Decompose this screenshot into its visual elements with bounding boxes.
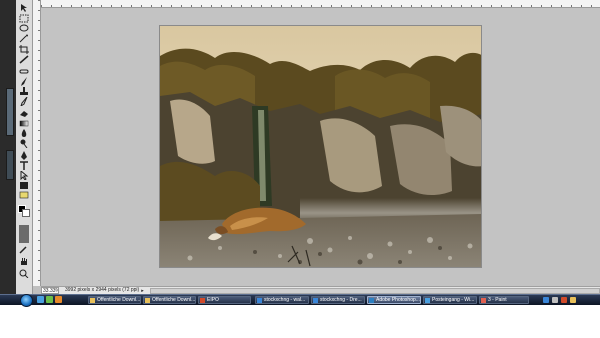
healing-brush-tool-icon[interactable] xyxy=(18,66,30,76)
crop-tool-icon[interactable] xyxy=(18,44,30,54)
security-icon[interactable] xyxy=(561,297,567,303)
browser-icon xyxy=(257,297,262,303)
eraser-tool-icon[interactable] xyxy=(18,108,30,118)
slice-tool-icon[interactable] xyxy=(18,54,30,64)
horizontal-ruler[interactable] xyxy=(41,0,600,8)
desktop-screen: 33.33% 3992 pixels x 2944 pixels (72 ppi… xyxy=(0,0,600,338)
start-button[interactable] xyxy=(20,294,33,307)
clone-stamp-tool-icon[interactable] xyxy=(18,86,30,96)
status-menu-arrow-icon[interactable]: ▸ xyxy=(141,288,144,294)
taskbar-button[interactable]: stockxchng - Dre... xyxy=(311,296,365,304)
taskbar-button[interactable]: Adobe Photoshop... xyxy=(367,296,421,304)
marquee-tool-icon[interactable] xyxy=(18,13,30,23)
collapsed-panel-tab[interactable] xyxy=(6,150,14,180)
blur-tool-icon[interactable] xyxy=(18,128,30,138)
mail-icon xyxy=(425,297,430,303)
network-icon[interactable] xyxy=(543,297,549,303)
dodge-tool-icon[interactable] xyxy=(18,138,30,148)
horizontal-scrollbar[interactable] xyxy=(149,287,600,294)
volume-icon[interactable] xyxy=(552,297,558,303)
type-tool-icon[interactable] xyxy=(18,160,30,170)
show-desktop-icon[interactable] xyxy=(37,296,44,303)
panel-dock-strip xyxy=(0,0,16,294)
paint-icon xyxy=(481,297,486,303)
brush-tool-icon[interactable] xyxy=(18,76,30,86)
taskbar-button-label: EIPO xyxy=(207,297,219,303)
document-window: 33.33% 3992 pixels x 2944 pixels (72 ppi… xyxy=(33,0,600,294)
document-image[interactable] xyxy=(159,25,482,268)
zoom-tool-icon[interactable] xyxy=(18,268,30,278)
magic-wand-tool-icon[interactable] xyxy=(18,33,30,43)
taskbar-button-label: stockxchng - Dre... xyxy=(320,297,362,303)
eyedropper-tool-icon[interactable] xyxy=(18,244,30,254)
taskbar-button-label: Adobe Photoshop... xyxy=(376,297,420,303)
path-selection-tool-icon[interactable] xyxy=(18,170,30,180)
taskbar-button[interactable]: EIPO xyxy=(198,296,251,304)
system-tray xyxy=(540,296,600,304)
browser-launch-icon[interactable] xyxy=(55,296,62,303)
document-info[interactable]: 3992 pixels x 2944 pixels (72 ppi) xyxy=(65,287,139,294)
notes-tool-icon[interactable] xyxy=(18,190,30,200)
move-tool-icon[interactable] xyxy=(18,2,30,12)
taskbar-button[interactable]: Öffentliche Downl... xyxy=(88,296,141,304)
photoshop-icon xyxy=(369,297,374,303)
taskbar-button-label: 3 - Paint xyxy=(488,297,507,303)
folder-icon xyxy=(145,297,150,303)
taskbar-button[interactable]: stockxchng - wal... xyxy=(255,296,309,304)
tools-palette xyxy=(16,0,33,294)
vertical-ruler[interactable] xyxy=(33,0,41,286)
taskbar-button-label: stockxchng - wal... xyxy=(264,297,306,303)
quick-launch-bar xyxy=(37,296,62,303)
canvas-area[interactable] xyxy=(41,8,600,286)
taskbar-button[interactable]: 3 - Paint xyxy=(479,296,529,304)
taskbar-button-label: Öffentliche Downl... xyxy=(97,297,140,303)
taskbar-button-label: Öffentliche Downl... xyxy=(152,297,195,303)
lasso-tool-icon[interactable] xyxy=(18,23,30,33)
taskbar-button-label: Posteingang - Wi... xyxy=(432,297,475,303)
shape-tool-icon[interactable] xyxy=(18,180,30,190)
folder-icon xyxy=(90,297,95,303)
gradient-tool-icon[interactable] xyxy=(18,118,30,128)
switch-windows-icon[interactable] xyxy=(46,296,53,303)
history-brush-tool-icon[interactable] xyxy=(18,96,30,106)
rocky-cliff-photo xyxy=(160,26,481,267)
hand-tool-icon[interactable] xyxy=(18,256,30,266)
tray-app-icon[interactable] xyxy=(570,297,576,303)
status-bar: 33.33% 3992 pixels x 2944 pixels (72 ppi… xyxy=(41,286,600,294)
app-icon xyxy=(200,297,205,303)
taskbar-button[interactable]: Posteingang - Wi... xyxy=(423,296,477,304)
quick-mask-button[interactable] xyxy=(19,225,29,243)
browser-icon xyxy=(313,297,318,303)
pen-tool-icon[interactable] xyxy=(18,150,30,160)
zoom-level-field[interactable]: 33.33% xyxy=(41,287,59,294)
collapsed-panel-tab[interactable] xyxy=(6,88,14,136)
taskbar-button[interactable]: Öffentliche Downl... xyxy=(143,296,196,304)
background-color-swatch[interactable] xyxy=(22,209,30,217)
